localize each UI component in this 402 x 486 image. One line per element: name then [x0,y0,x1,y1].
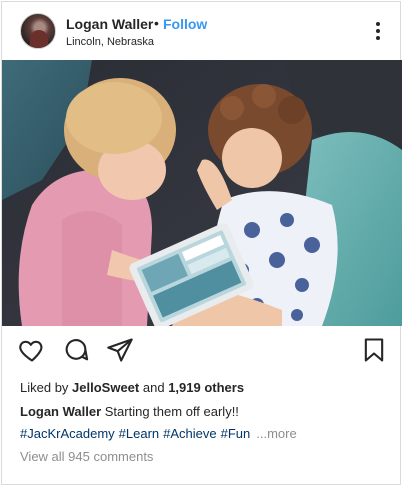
likes-joiner: and [142,380,165,395]
post-location[interactable]: Lincoln, Nebraska [66,36,154,48]
post-card: Logan Waller • Follow Lincoln, Nebraska [1,1,402,485]
caption: Logan Waller Starting them off early!! [20,404,239,419]
post-image[interactable] [2,60,402,326]
hashtag[interactable]: #Achieve [163,426,216,441]
more-options-icon[interactable] [370,20,386,42]
follow-button[interactable]: Follow [163,16,207,32]
hashtag[interactable]: #Learn [119,426,159,441]
post-username[interactable]: Logan Waller [66,16,153,32]
view-comments-link[interactable]: View all 945 comments [20,449,153,464]
more-link[interactable]: ...more [256,426,296,441]
avatar[interactable] [20,13,56,49]
post-header: Logan Waller • Follow Lincoln, Nebraska [2,2,400,60]
separator-dot: • [154,15,159,31]
hashtag-list: #JacKrAcademy #Learn #Achieve #Fun ...more [20,426,297,441]
hashtag[interactable]: #JacKrAcademy [20,426,115,441]
bookmark-icon[interactable] [360,336,390,366]
likes-count[interactable]: 1,919 others [168,380,244,395]
paper-plane-icon[interactable] [106,336,136,366]
comment-bubble-icon[interactable] [62,336,92,366]
likes-line: Liked by JelloSweet and 1,919 others [20,380,244,395]
likes-prefix: Liked by [20,380,69,395]
caption-author[interactable]: Logan Waller [20,404,101,419]
hashtag[interactable]: #Fun [221,426,251,441]
post-image-illustration [2,60,402,326]
caption-text: Starting them off early!! [104,404,239,419]
action-bar [2,336,400,368]
liker-username[interactable]: JelloSweet [72,380,139,395]
heart-icon[interactable] [18,336,48,366]
